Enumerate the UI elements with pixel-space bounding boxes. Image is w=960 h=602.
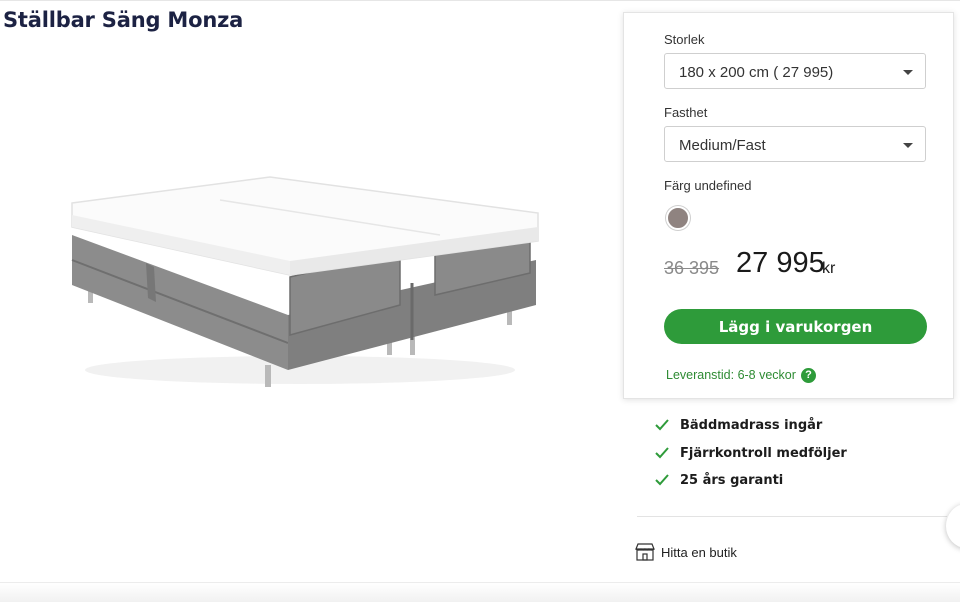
currency: kr (822, 260, 836, 277)
list-item: Bäddmadrass ingår (655, 416, 847, 444)
delivery-time: Leveranstid: 6-8 veckor (666, 368, 796, 382)
check-icon (655, 446, 669, 458)
bottom-bar (0, 582, 960, 602)
check-icon (655, 474, 669, 486)
feature-text: Bäddmadrass ingår (680, 418, 823, 433)
firmness-select-value: Medium/Fast (679, 137, 766, 154)
list-item: 25 års garanti (655, 471, 847, 499)
firmness-select[interactable]: Medium/Fast (664, 126, 926, 162)
color-swatch[interactable] (666, 206, 690, 230)
chat-bubble[interactable] (946, 504, 960, 548)
chevron-down-icon (903, 143, 913, 148)
firmness-label: Fasthet (664, 105, 708, 120)
feature-text: Fjärrkontroll medföljer (680, 445, 847, 461)
current-price: 27 995 (736, 247, 825, 279)
divider (637, 516, 947, 517)
top-border (0, 0, 960, 1)
size-select-value: 180 x 200 cm ( 27 995) (679, 64, 834, 81)
feature-list: Bäddmadrass ingår Fjärrkontroll medfölje… (655, 416, 847, 499)
store-icon (635, 543, 655, 561)
check-icon (655, 419, 669, 431)
size-select[interactable]: 180 x 200 cm ( 27 995) (664, 53, 926, 89)
size-label: Storlek (664, 32, 705, 47)
list-item: Fjärrkontroll medföljer (655, 444, 847, 472)
add-to-cart-button[interactable]: Lägg i varukorgen (664, 309, 927, 344)
feature-text: 25 års garanti (680, 473, 784, 488)
color-label: Färg undefined (664, 178, 752, 193)
purchase-panel: Storlek 180 x 200 cm ( 27 995) Fasthet M… (623, 12, 954, 399)
old-price: 36 395 (664, 258, 720, 278)
question-circle-icon[interactable]: ? (801, 368, 816, 383)
product-image (71, 176, 539, 387)
product-title: Ställbar Säng Monza (3, 8, 244, 32)
chevron-down-icon (903, 70, 913, 75)
find-store-label: Hitta en butik (661, 545, 737, 560)
